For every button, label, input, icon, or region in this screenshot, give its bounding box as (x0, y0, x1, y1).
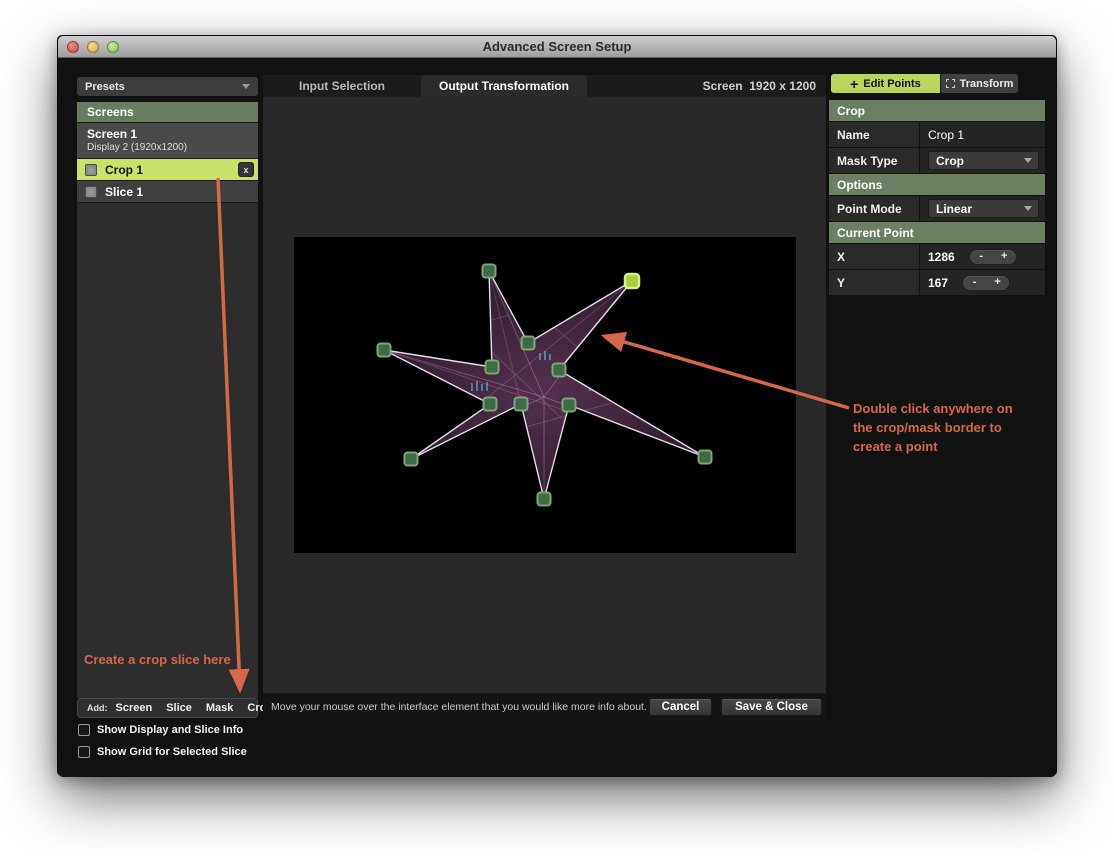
chevron-down-icon (1024, 206, 1032, 211)
status-bar: Move your mouse over the interface eleme… (263, 693, 826, 721)
control-point[interactable] (486, 361, 499, 374)
control-point[interactable] (378, 344, 391, 357)
show-display-slice-info-label: Show Display and Slice Info (97, 724, 243, 736)
selection-box-icon (946, 79, 955, 88)
slice-item-label: Slice 1 (105, 185, 143, 199)
x-label: X (829, 244, 919, 269)
advanced-screen-setup-window: Advanced Screen Setup Presets Screens Sc… (57, 35, 1057, 776)
point-mode-label: Point Mode (829, 196, 919, 221)
plus-icon: + (850, 77, 858, 91)
show-grid-checkbox[interactable] (78, 746, 90, 758)
point-mode-value: Linear (936, 202, 972, 216)
edit-points-button[interactable]: + Edit Points (831, 74, 940, 93)
control-point[interactable] (699, 451, 712, 464)
decrement-button[interactable]: - (963, 276, 986, 290)
control-point[interactable] (522, 337, 535, 350)
annotation-double-click: Double click anywhere on the crop/mask b… (853, 399, 1035, 456)
show-grid-row[interactable]: Show Grid for Selected Slice (78, 746, 247, 758)
presets-dropdown[interactable]: Presets (77, 77, 258, 96)
screen-list-item[interactable]: Screen 1 Display 2 (1920x1200) (77, 123, 258, 159)
name-label: Name (829, 122, 919, 147)
screen-resolution-info: Screen 1920 x 1200 (703, 75, 816, 97)
show-display-slice-info-row[interactable]: Show Display and Slice Info (78, 724, 243, 736)
control-point[interactable] (515, 398, 528, 411)
chevron-down-icon (242, 84, 250, 89)
increment-button[interactable]: + (986, 276, 1009, 290)
inspector-panel: Crop Name Crop 1 Mask Type Crop Options (829, 100, 1045, 296)
cancel-button[interactable]: Cancel (649, 698, 712, 716)
tab-output-transformation[interactable]: Output Transformation (421, 75, 587, 97)
chevron-down-icon (1024, 158, 1032, 163)
screen-name: Screen 1 (87, 127, 258, 141)
current-point-section-header: Current Point (829, 222, 1045, 243)
control-point-selected[interactable] (625, 274, 639, 288)
transform-button[interactable]: Transform (940, 74, 1018, 93)
mask-type-dropdown[interactable]: Crop (928, 151, 1039, 170)
add-slice-button[interactable]: Slice (166, 702, 192, 714)
control-point[interactable] (553, 364, 566, 377)
presets-label: Presets (85, 81, 125, 93)
tab-input-selection[interactable]: Input Selection (263, 75, 421, 97)
control-point[interactable] (484, 398, 497, 411)
x-value[interactable]: 1286 (928, 250, 955, 264)
name-row: Name Crop 1 (829, 122, 1045, 147)
tab-bar: Input Selection Output Transformation Sc… (263, 75, 826, 97)
screens-list: Screens Screen 1 Display 2 (1920x1200) C… (77, 102, 258, 698)
crop-section-header: Crop (829, 100, 1045, 121)
slice-visibility-checkbox[interactable] (85, 186, 97, 198)
crop-item-label: Crop 1 (105, 163, 143, 177)
control-point[interactable] (405, 453, 418, 466)
crop-visibility-checkbox[interactable] (85, 164, 97, 176)
transform-label: Transform (960, 78, 1014, 90)
slice-list-item[interactable]: Slice 1 (77, 181, 258, 203)
add-label: Add: (87, 703, 108, 713)
minimize-button[interactable] (87, 41, 99, 53)
titlebar[interactable]: Advanced Screen Setup (58, 36, 1056, 58)
mode-toggle: + Edit Points Transform (831, 74, 1018, 93)
control-point[interactable] (483, 265, 496, 278)
crop-list-item[interactable]: Crop 1 x (77, 159, 258, 181)
x-stepper[interactable]: - + (969, 249, 1017, 265)
point-mode-dropdown[interactable]: Linear (928, 199, 1039, 218)
mask-type-label: Mask Type (829, 148, 919, 173)
options-section-header: Options (829, 174, 1045, 195)
status-message: Move your mouse over the interface eleme… (271, 701, 647, 713)
save-close-button[interactable]: Save & Close (721, 698, 822, 716)
mask-type-row: Mask Type Crop (829, 148, 1045, 173)
y-value[interactable]: 167 (928, 276, 948, 290)
y-stepper[interactable]: - + (962, 275, 1010, 291)
x-coordinate-row: X 1286 - + (829, 244, 1045, 269)
delete-crop-button[interactable]: x (238, 162, 254, 177)
name-value-field[interactable]: Crop 1 (920, 122, 1045, 147)
annotation-create-crop: Create a crop slice here (84, 652, 231, 667)
add-mask-button[interactable]: Mask (206, 702, 234, 714)
point-mode-row: Point Mode Linear (829, 196, 1045, 221)
y-label: Y (829, 270, 919, 295)
show-grid-label: Show Grid for Selected Slice (97, 746, 247, 758)
screen-display-info: Display 2 (1920x1200) (87, 142, 258, 153)
window-title: Advanced Screen Setup (483, 39, 632, 54)
control-point[interactable] (563, 399, 576, 412)
crop-star-shape[interactable] (294, 237, 796, 553)
add-toolbar: Add: Screen Slice Mask Crop (77, 698, 258, 718)
show-display-slice-info-checkbox[interactable] (78, 724, 90, 736)
decrement-button[interactable]: - (970, 250, 993, 264)
edit-points-label: Edit Points (863, 78, 920, 90)
mask-type-value: Crop (936, 154, 964, 168)
add-screen-button[interactable]: Screen (116, 702, 153, 714)
control-point[interactable] (538, 493, 551, 506)
screens-header: Screens (77, 102, 258, 123)
zoom-button[interactable] (107, 41, 119, 53)
screen-output-canvas[interactable] (294, 237, 796, 553)
y-coordinate-row: Y 167 - + (829, 270, 1045, 295)
increment-button[interactable]: + (993, 250, 1016, 264)
close-button[interactable] (67, 41, 79, 53)
